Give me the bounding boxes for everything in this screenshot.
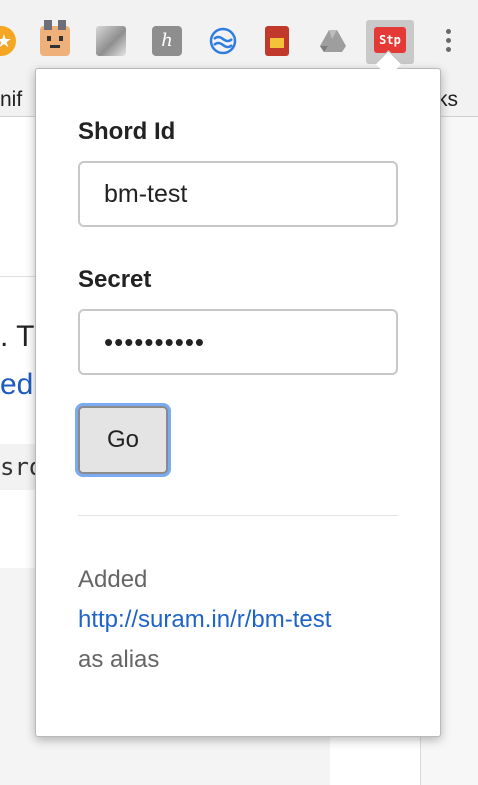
secret-label: Secret	[78, 266, 152, 293]
page-text-fragment: . T	[0, 320, 35, 353]
browser-window: ★ h Stp nif ks . T edit sro Shord Id bm-…	[0, 0, 478, 785]
bookmark-fragment-left[interactable]: nif	[0, 88, 22, 112]
go-button[interactable]: Go	[78, 406, 168, 474]
alias-link[interactable]: http://suram.in/r/bm-test	[78, 600, 418, 640]
shord-id-label: Shord Id	[78, 118, 176, 145]
extension-popup: Shord Id Secret Go Added http://suram.in…	[35, 68, 441, 737]
popup-divider	[78, 515, 398, 516]
photo-icon[interactable]	[96, 26, 126, 56]
card-icon[interactable]	[265, 26, 289, 56]
face-icon[interactable]	[40, 20, 70, 56]
result-suffix: as alias	[78, 646, 160, 673]
result-message: Added http://suram.in/r/bm-test as alias	[78, 560, 418, 680]
stp-icon[interactable]: Stp	[374, 27, 406, 53]
more-vertical-icon[interactable]	[438, 26, 458, 56]
wave-icon[interactable]	[208, 26, 238, 56]
result-prefix: Added	[78, 566, 148, 593]
drive-icon[interactable]	[318, 26, 348, 56]
shord-id-input[interactable]	[78, 161, 398, 227]
star-icon[interactable]: ★	[0, 26, 16, 56]
secret-input[interactable]	[78, 309, 398, 375]
h-icon[interactable]: h	[152, 26, 182, 56]
